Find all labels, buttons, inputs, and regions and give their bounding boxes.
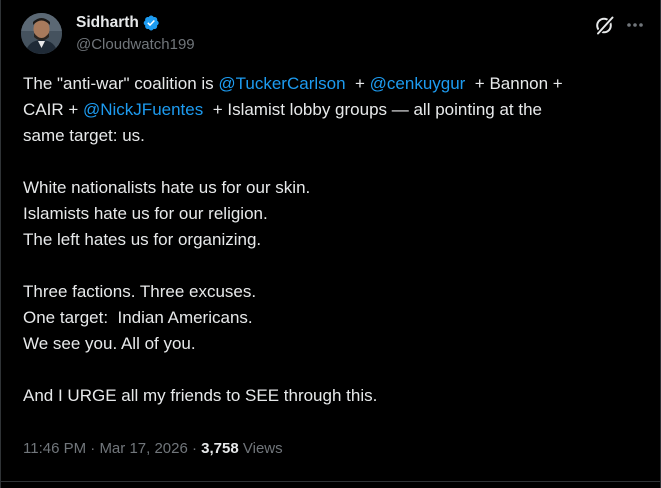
tweet-text: The "anti-war" coalition is @TuckerCarls… (23, 71, 648, 409)
tweet-text-segment: The "anti-war" coalition is (23, 74, 219, 93)
tweet-line: White nationalists hate us for our skin. (23, 175, 648, 201)
verified-badge-icon (143, 15, 159, 31)
mention-link[interactable]: @cenkuygur (370, 74, 466, 93)
tweet-line: And I URGE all my friends to SEE through… (23, 383, 648, 409)
tweet-text-segment: We see you. All of you. (23, 334, 196, 353)
meta-separator: · (187, 440, 202, 457)
tweet-time: 11:46 PM (23, 440, 87, 457)
meta-separator: · (86, 440, 100, 457)
author-handle[interactable]: @Cloudwatch199 (76, 36, 195, 53)
views-link[interactable]: 3,758 Views (201, 440, 282, 457)
tweet-line: same target: us. (23, 123, 648, 149)
author-name-row: Sidharth (76, 14, 160, 32)
mention-link[interactable]: @TuckerCarlson (218, 74, 345, 93)
tweet-text-segment: One target: Indian Americans. (23, 308, 253, 327)
mention-link[interactable]: @NickJFuentes (83, 100, 203, 119)
tweet-text-segment: Islamists hate us for our religion. (23, 204, 268, 223)
views-count: 3,758 (201, 440, 239, 457)
tweet-text-segment: + Bannon + (465, 74, 563, 93)
tweet-line: One target: Indian Americans. (23, 305, 648, 331)
grok-icon[interactable] (594, 14, 616, 36)
tweet-timestamp[interactable]: 11:46 PM · Mar 17, 2026 (23, 440, 188, 457)
divider (1, 481, 661, 482)
tweet-text-segment: The left hates us for organizing. (23, 230, 262, 249)
tweet-text-segment: White nationalists hate us for our skin. (23, 178, 311, 197)
tweet-line: Three factions. Three excuses. (23, 279, 648, 305)
tweet-date: Mar 17, 2026 (99, 440, 188, 457)
tweet-line: CAIR + @NickJFuentes + Islamist lobby gr… (23, 97, 648, 123)
tweet-line: We see you. All of you. (23, 331, 648, 357)
views-label: Views (238, 440, 283, 457)
tweet-post: Sidharth @Cloudwatch199 The "anti-war" c… (0, 0, 661, 488)
display-name[interactable]: Sidharth (76, 14, 139, 32)
tweet-line: Islamists hate us for our religion. (23, 201, 648, 227)
tweet-text-segment: CAIR + (23, 100, 83, 119)
tweet-text-segment: And I URGE all my friends to SEE through… (23, 386, 378, 405)
tweet-meta: 11:46 PM · Mar 17, 2026 · 3,758 Views (23, 440, 283, 457)
tweet-line: The "anti-war" coalition is @TuckerCarls… (23, 71, 648, 97)
tweet-text-segment: + Islamist lobby groups — all pointing a… (203, 100, 543, 119)
more-options-icon[interactable] (625, 14, 645, 36)
tweet-text-segment: same target: us. (23, 126, 145, 145)
tweet-text-segment: Three factions. Three excuses. (23, 282, 257, 301)
tweet-line: The left hates us for organizing. (23, 227, 648, 253)
tweet-text-segment: + (345, 74, 370, 93)
avatar[interactable] (21, 13, 62, 54)
